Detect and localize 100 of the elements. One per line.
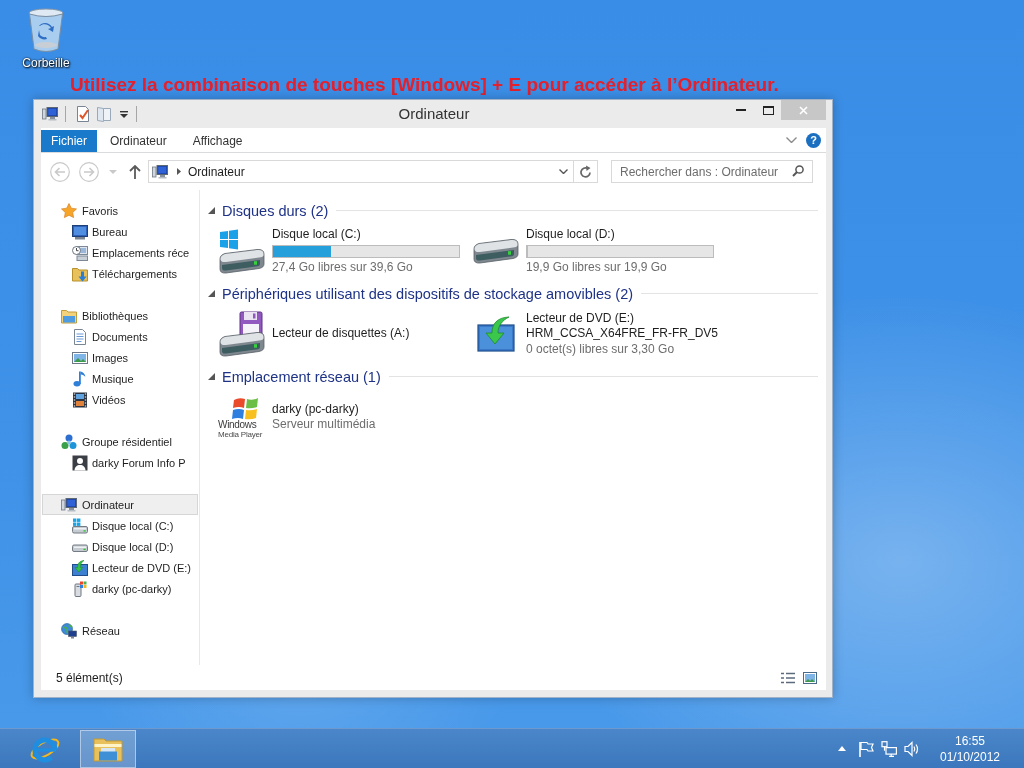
ribbon-tab[interactable]: Affichage [179, 130, 256, 152]
file-tab[interactable]: Fichier [41, 130, 97, 152]
media-device-icon [72, 580, 88, 597]
properties-button[interactable] [75, 106, 91, 122]
group-header[interactable]: Périphériques utilisant des dispositifs de stockage amovibles (2) [222, 285, 634, 302]
arrow-screen-icon [72, 559, 88, 576]
monitor-icon [72, 223, 88, 240]
document-icon [72, 328, 88, 345]
item-name[interactable]: Lecteur de DVD (E:) [526, 310, 719, 327]
caret-down-icon [109, 169, 117, 174]
nav-item[interactable]: Téléchargements [42, 263, 198, 284]
show-hidden-icons-button[interactable] [838, 746, 846, 751]
item-name[interactable]: Disque local (C:) [272, 227, 460, 243]
expand-ribbon-button[interactable] [785, 134, 797, 146]
nav-item[interactable]: Favoris [42, 200, 198, 221]
breadcrumb-item[interactable]: Ordinateur [188, 164, 245, 179]
flag-icon [858, 740, 874, 757]
details-view-button[interactable] [781, 670, 795, 685]
network-status-button[interactable] [881, 740, 897, 757]
nav-item[interactable]: Ordinateur [42, 494, 198, 515]
breadcrumb-arrow-icon [177, 168, 181, 175]
item-name[interactable]: Lecteur de disquettes (A:) [272, 326, 410, 342]
chevron-down-icon [785, 137, 797, 143]
nav-item[interactable]: Emplacements réce [42, 242, 198, 263]
nav-item[interactable]: Disque local (C:) [42, 515, 198, 536]
hard-drive-icon [472, 238, 520, 264]
up-arrow-icon [129, 164, 141, 179]
picture-icon [72, 349, 88, 366]
item-name[interactable]: Disque local (D:) [526, 227, 714, 243]
large-icons-view-button[interactable] [803, 670, 817, 685]
item-detail: 0 octet(s) libres sur 3,30 Go [526, 341, 676, 358]
floppy-drive-icon [218, 311, 266, 357]
item-detail: 27,4 Go libres sur 39,6 Go [272, 259, 414, 275]
ribbon-tab[interactable]: Ordinateur [97, 130, 180, 152]
new-folder-icon [97, 106, 111, 122]
hard-drive-icon [72, 517, 88, 534]
music-note-icon [72, 370, 88, 387]
film-strip-icon [72, 391, 88, 408]
logo-text: Media Player [218, 429, 263, 439]
computer-icon [42, 106, 58, 122]
volume-button[interactable] [904, 740, 920, 757]
taskbar-app-button[interactable] [80, 729, 136, 768]
clock-computer-icon [72, 244, 88, 261]
network-icon [61, 622, 77, 639]
refresh-icon [579, 165, 592, 178]
search-icon [792, 165, 804, 177]
properties-icon [75, 106, 91, 122]
nav-item[interactable]: Lecteur de DVD (E:) [42, 557, 198, 578]
computer-icon [61, 496, 77, 513]
speaker-icon [904, 740, 920, 757]
group-header[interactable]: Disques durs (2) [222, 202, 329, 219]
nav-item[interactable]: Réseau [42, 620, 198, 641]
wired-network-icon [881, 740, 897, 757]
item-detail: Serveur multimédia [272, 417, 376, 433]
hard-drive-icon [72, 541, 88, 552]
minimize-icon [736, 109, 746, 111]
close-icon [799, 105, 808, 115]
item-name[interactable]: darky (pc-darky) [272, 401, 376, 417]
clock-time[interactable]: 16:55 [955, 732, 985, 749]
action-center-button[interactable] [858, 740, 874, 757]
nav-item[interactable]: Groupe résidentiel [42, 431, 198, 452]
nav-item[interactable]: Images [42, 347, 198, 368]
collapse-arrow-icon[interactable] [208, 290, 215, 297]
details-list-icon [781, 671, 795, 684]
nav-item[interactable]: Disque local (D:) [42, 536, 198, 557]
nav-item[interactable]: Bureau [42, 221, 198, 242]
logo-text: Windows [218, 419, 257, 430]
nav-item[interactable]: Documents [42, 326, 198, 347]
thumbnail-icon [803, 671, 817, 684]
dropdown-arrow-icon [120, 110, 128, 118]
chevron-down-icon [558, 169, 568, 174]
address-bar[interactable]: Ordinateur [148, 160, 598, 183]
user-avatar-icon [72, 454, 88, 471]
hard-drive-icon [218, 228, 266, 274]
volume-label: HRM_CCSA_X64FRE_FR-FR_DV5 [526, 326, 719, 342]
collapse-arrow-icon[interactable] [208, 207, 215, 214]
homegroup-icon [61, 433, 77, 450]
nav-item[interactable]: darky Forum Info P [42, 452, 198, 473]
nav-item[interactable]: darky (pc-darky) [42, 578, 198, 599]
library-folder-icon [61, 307, 77, 324]
download-folder-icon [72, 265, 88, 282]
clock-date[interactable]: 01/10/2012 [939, 748, 1001, 765]
computer-icon [152, 163, 168, 180]
arrow-screen-icon [477, 316, 515, 352]
folder-icon [93, 735, 123, 762]
item-detail: 19,9 Go libres sur 19,9 Go [526, 259, 668, 275]
status-text: 5 élément(s) [56, 670, 123, 685]
group-header[interactable]: Emplacement réseau (1) [222, 368, 381, 385]
collapse-arrow-icon[interactable] [208, 373, 215, 380]
back-icon [50, 161, 70, 182]
recycle-bin-icon[interactable] [26, 8, 66, 54]
customize-toolbar-button[interactable] [120, 110, 128, 118]
nav-item[interactable]: Vidéos [42, 389, 198, 410]
window-title: Ordinateur [398, 104, 470, 124]
search-field[interactable]: Rechercher dans : Ordinateur [611, 160, 813, 183]
nav-item[interactable]: Bibliothèques [42, 305, 198, 326]
window-flag-icon [232, 395, 258, 420]
help-button[interactable]: ? [806, 132, 821, 148]
nav-item[interactable]: Musique [42, 368, 198, 389]
maximize-icon [762, 105, 774, 115]
